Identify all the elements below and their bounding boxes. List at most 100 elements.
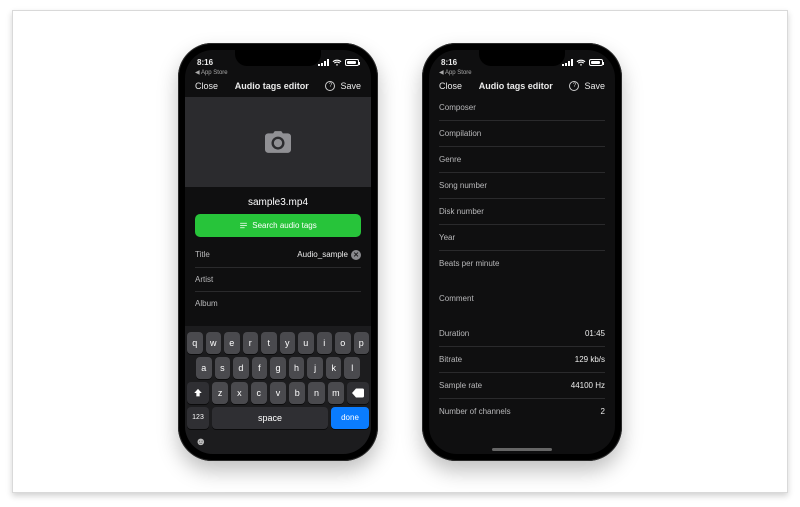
help-icon[interactable]: ? [325,81,335,91]
key-n[interactable]: n [308,382,324,404]
field-label: Album [195,299,218,308]
key-x[interactable]: x [231,382,247,404]
key-u[interactable]: u [298,332,314,354]
clear-text-icon[interactable]: ✕ [351,250,361,260]
field-label: Duration [439,329,469,338]
field-label: Sample rate [439,381,482,390]
key-t[interactable]: t [261,332,277,354]
backspace-icon [352,388,364,398]
field-label: Comment [439,294,474,303]
key-p[interactable]: p [354,332,370,354]
nav-right: ? Save [569,81,605,91]
emoji-key[interactable]: ☻ [187,432,369,448]
status-time: 8:16 [441,58,457,67]
field-song-number[interactable]: Song number [439,173,605,199]
key-y[interactable]: y [280,332,296,354]
battery-icon [589,59,603,66]
wifi-icon [332,59,342,66]
field-composer[interactable]: Composer [439,95,605,121]
close-button[interactable]: Close [439,81,462,91]
field-album[interactable]: Album [195,292,361,315]
done-key[interactable]: done [331,407,369,429]
field-compilation[interactable]: Compilation [439,121,605,147]
key-r[interactable]: r [243,332,259,354]
key-m[interactable]: m [328,382,344,404]
field-label: Composer [439,103,476,112]
field-label: Number of channels [439,407,511,416]
title-input[interactable]: Audio_sample [297,250,348,259]
field-label: Bitrate [439,355,462,364]
field-label: Song number [439,181,487,190]
key-f[interactable]: f [252,357,268,379]
home-indicator[interactable] [492,448,552,451]
key-q[interactable]: q [187,332,203,354]
search-tags-icon [239,221,248,230]
field-label: Artist [195,275,213,284]
field-value: 44100 Hz [571,381,605,390]
key-w[interactable]: w [206,332,222,354]
field-label: Title [195,250,210,259]
field-artist[interactable]: Artist [195,268,361,292]
nav-bar: Close Audio tags editor ? Save [429,77,615,95]
key-b[interactable]: b [289,382,305,404]
info-sample-rate: Sample rate 44100 Hz [439,373,605,399]
field-label: Disk number [439,207,484,216]
signal-icon [562,59,573,66]
field-label: Genre [439,155,461,164]
search-audio-tags-button[interactable]: Search audio tags [195,214,361,237]
key-l[interactable]: l [344,357,360,379]
field-label: Beats per minute [439,259,499,268]
shift-icon [193,388,203,398]
key-c[interactable]: c [251,382,267,404]
field-year[interactable]: Year [439,225,605,251]
key-a[interactable]: a [196,357,212,379]
phone-right: 8:16 ◀ App Store Close Audio tags editor… [422,43,622,461]
keyboard: qwertyuiop asdfghjkl zxcvbnm 123 space [185,326,371,454]
help-icon[interactable]: ? [569,81,579,91]
field-value: 01:45 [585,329,605,338]
field-title[interactable]: Title Audio_sample ✕ [195,243,361,268]
nav-right: ? Save [325,81,361,91]
info-bitrate: Bitrate 129 kb/s [439,347,605,373]
key-k[interactable]: k [326,357,342,379]
key-i[interactable]: i [317,332,333,354]
key-s[interactable]: s [215,357,231,379]
key-h[interactable]: h [289,357,305,379]
artwork-placeholder[interactable] [185,97,371,187]
back-to-appstore[interactable]: ◀ App Store [185,69,371,77]
field-disk-number[interactable]: Disk number [439,199,605,225]
close-button[interactable]: Close [195,81,218,91]
key-e[interactable]: e [224,332,240,354]
field-value: 129 kb/s [575,355,605,364]
signal-icon [318,59,329,66]
backspace-key[interactable] [347,382,369,404]
camera-icon [265,131,291,153]
space-key[interactable]: space [212,407,328,429]
numbers-key[interactable]: 123 [187,407,209,429]
back-to-appstore[interactable]: ◀ App Store [429,69,615,77]
key-v[interactable]: v [270,382,286,404]
info-number-of-channels: Number of channels 2 [439,399,605,424]
key-j[interactable]: j [307,357,323,379]
info-duration: Duration 01:45 [439,321,605,347]
save-button[interactable]: Save [584,81,605,91]
shift-key[interactable] [187,382,209,404]
field-value: 2 [601,407,605,416]
field-label: Year [439,233,455,242]
filename-label: sample3.mp4 [185,187,371,214]
field-genre[interactable]: Genre [439,147,605,173]
key-g[interactable]: g [270,357,286,379]
field-beats-per-minute[interactable]: Beats per minute [439,251,605,276]
page-title: Audio tags editor [479,81,553,91]
page-title: Audio tags editor [235,81,309,91]
wifi-icon [576,59,586,66]
nav-bar: Close Audio tags editor ? Save [185,77,371,95]
key-z[interactable]: z [212,382,228,404]
phone-left: 8:16 ◀ App Store Close Audio tags editor… [178,43,378,461]
battery-icon [345,59,359,66]
field-comment[interactable]: Comment [439,286,605,311]
key-d[interactable]: d [233,357,249,379]
save-button[interactable]: Save [340,81,361,91]
field-label: Compilation [439,129,481,138]
key-o[interactable]: o [335,332,351,354]
